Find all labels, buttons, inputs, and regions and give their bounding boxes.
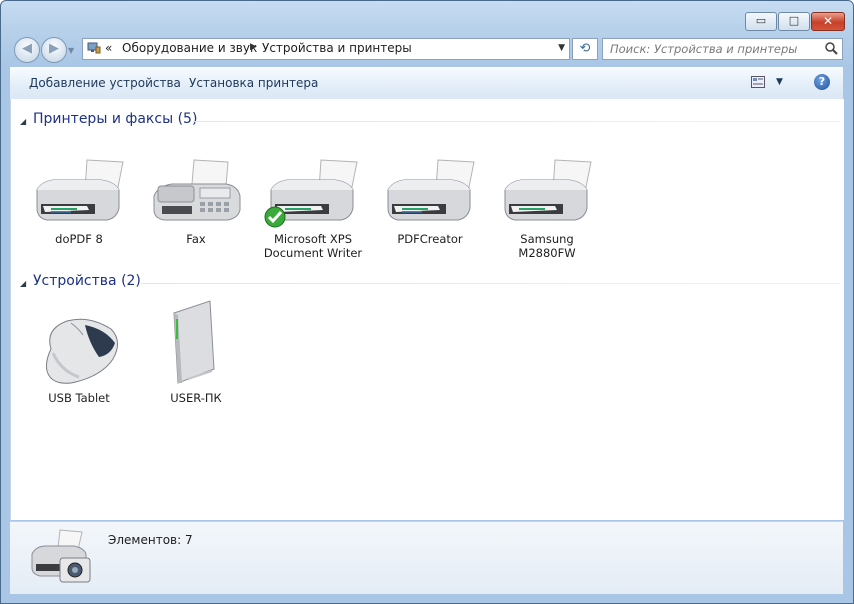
search-box[interactable]: Поиск: Устройства и принтеры <box>602 38 843 60</box>
minimize-icon: ▭ <box>755 14 767 27</box>
device-item-xps-writer[interactable]: Microsoft XPS Document Writer <box>258 156 368 260</box>
device-label: doPDF 8 <box>55 232 103 246</box>
breadcrumb-devices-and-printers[interactable]: Устройства и принтеры <box>262 41 412 55</box>
view-options-dropdown-icon[interactable]: ▼ <box>776 77 783 87</box>
back-arrow-icon: ◀ <box>22 41 32 56</box>
add-device-button[interactable]: Добавление устройства <box>29 76 181 90</box>
recent-pages-button[interactable]: ▼ <box>68 46 74 55</box>
maximize-icon: □ <box>788 14 800 27</box>
refresh-button[interactable]: ⟲ <box>572 38 598 60</box>
address-bar[interactable]: « Оборудование и звук ▶ Устройства и при… <box>82 38 570 60</box>
content-pane: ◢ Принтеры и факсы (5) doPDF 8 Fax Micro… <box>10 99 844 520</box>
device-item-usb-tablet[interactable]: USB Tablet <box>24 299 134 405</box>
help-button[interactable]: ? <box>814 74 830 90</box>
search-icon <box>825 42 838 55</box>
device-label: Fax <box>186 232 206 246</box>
add-printer-button[interactable]: Установка принтера <box>189 76 318 90</box>
device-item-user-pc[interactable]: USER-ПК <box>141 299 251 405</box>
change-view-icon[interactable] <box>751 76 765 88</box>
device-item-dopdf[interactable]: doPDF 8 <box>24 156 134 246</box>
default-printer-check-icon <box>264 206 286 228</box>
devices-and-printers-icon <box>31 529 91 583</box>
group-title-printers[interactable]: Принтеры и факсы (5) <box>33 111 197 127</box>
window-controls: ▭ □ ✕ <box>744 12 845 31</box>
mouse-icon <box>46 318 118 384</box>
computer-icon <box>173 300 215 384</box>
collapse-group-icon[interactable]: ◢ <box>20 279 26 288</box>
device-label: USB Tablet <box>48 391 110 405</box>
group-divider <box>193 121 840 122</box>
details-pane: Элементов: 7 <box>10 521 843 594</box>
device-label: PDFCreator <box>397 232 463 246</box>
address-dropdown-icon[interactable]: ▼ <box>558 43 565 53</box>
device-item-samsung-m2880fw[interactable]: Samsung M2880FW <box>492 156 602 260</box>
breadcrumb-hardware-and-sound[interactable]: Оборудование и звук <box>122 41 257 55</box>
search-input[interactable]: Поиск: Устройства и принтеры <box>610 42 797 56</box>
collapse-group-icon[interactable]: ◢ <box>20 117 26 126</box>
fax-icon <box>153 159 241 221</box>
printer-icon <box>36 159 124 221</box>
device-label: Microsoft XPS Document Writer <box>263 232 363 260</box>
forward-button[interactable]: ▶ <box>41 37 67 63</box>
forward-arrow-icon: ▶ <box>49 41 59 56</box>
control-panel-icon <box>87 42 101 54</box>
close-icon: ✕ <box>822 14 834 28</box>
item-count: Элементов: 7 <box>108 533 193 547</box>
device-label: USER-ПК <box>170 391 222 405</box>
breadcrumb-separator-icon[interactable]: ▶ <box>250 42 257 52</box>
command-bar: Добавление устройства Установка принтера… <box>10 67 843 100</box>
close-button[interactable]: ✕ <box>811 12 845 31</box>
device-item-fax[interactable]: Fax <box>141 156 251 246</box>
breadcrumb-chevron[interactable]: « <box>105 41 112 55</box>
device-item-pdfcreator[interactable]: PDFCreator <box>375 156 485 246</box>
printer-icon <box>504 159 592 221</box>
devices-and-printers-window: ▭ □ ✕ ◀ ▶ ▼ « Оборудование и звук ▶ Устр… <box>0 0 854 604</box>
back-button[interactable]: ◀ <box>14 37 40 63</box>
printer-icon <box>387 159 475 221</box>
group-divider <box>141 283 840 284</box>
maximize-button[interactable]: □ <box>778 12 810 31</box>
device-label: Samsung M2880FW <box>518 232 576 260</box>
minimize-button[interactable]: ▭ <box>745 12 777 31</box>
group-title-devices[interactable]: Устройства (2) <box>33 273 141 289</box>
